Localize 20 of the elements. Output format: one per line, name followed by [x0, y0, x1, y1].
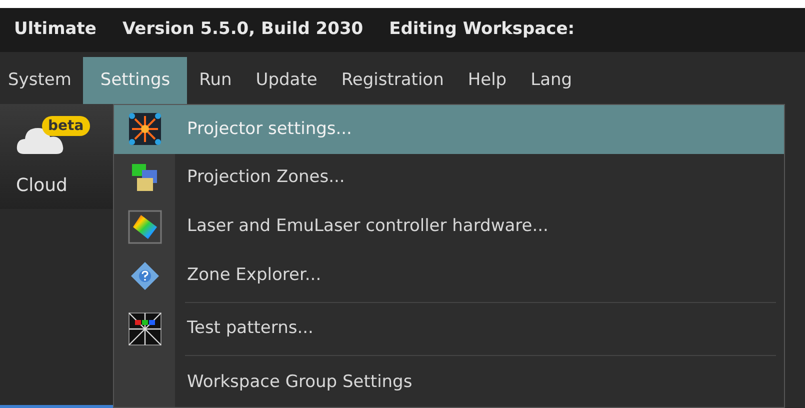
menu-entry[interactable]: Projection Zones...	[114, 154, 784, 203]
workspace-label: Editing Workspace:	[389, 18, 575, 42]
menu-entry[interactable]: Workspace Group Settings	[114, 358, 784, 407]
starburst-icon	[128, 112, 162, 146]
menu-entry[interactable]: Zone Explorer...	[114, 251, 784, 300]
menu-item[interactable]: Help	[456, 57, 519, 104]
menu-entry[interactable]: Test patterns...	[114, 304, 784, 354]
overlapping-squares-icon	[130, 163, 160, 194]
cloud-button[interactable]: beta Cloud	[0, 104, 113, 209]
menu-item[interactable]: Lang	[518, 57, 584, 104]
question-diamond-icon	[128, 260, 160, 292]
beta-badge: beta	[42, 116, 90, 136]
app-name: Ultimate	[14, 18, 96, 42]
version-text: Version 5.5.0, Build 2030	[122, 18, 364, 42]
menu-entry[interactable]: Laser and EmuLaser controller hardware...	[114, 202, 784, 252]
menu-item[interactable]: System	[0, 57, 84, 104]
menu-item[interactable]: Registration	[329, 57, 456, 104]
test-grid-icon	[128, 312, 162, 346]
menu-item[interactable]: Update	[244, 57, 330, 104]
menu-item[interactable]: Run	[187, 57, 244, 104]
